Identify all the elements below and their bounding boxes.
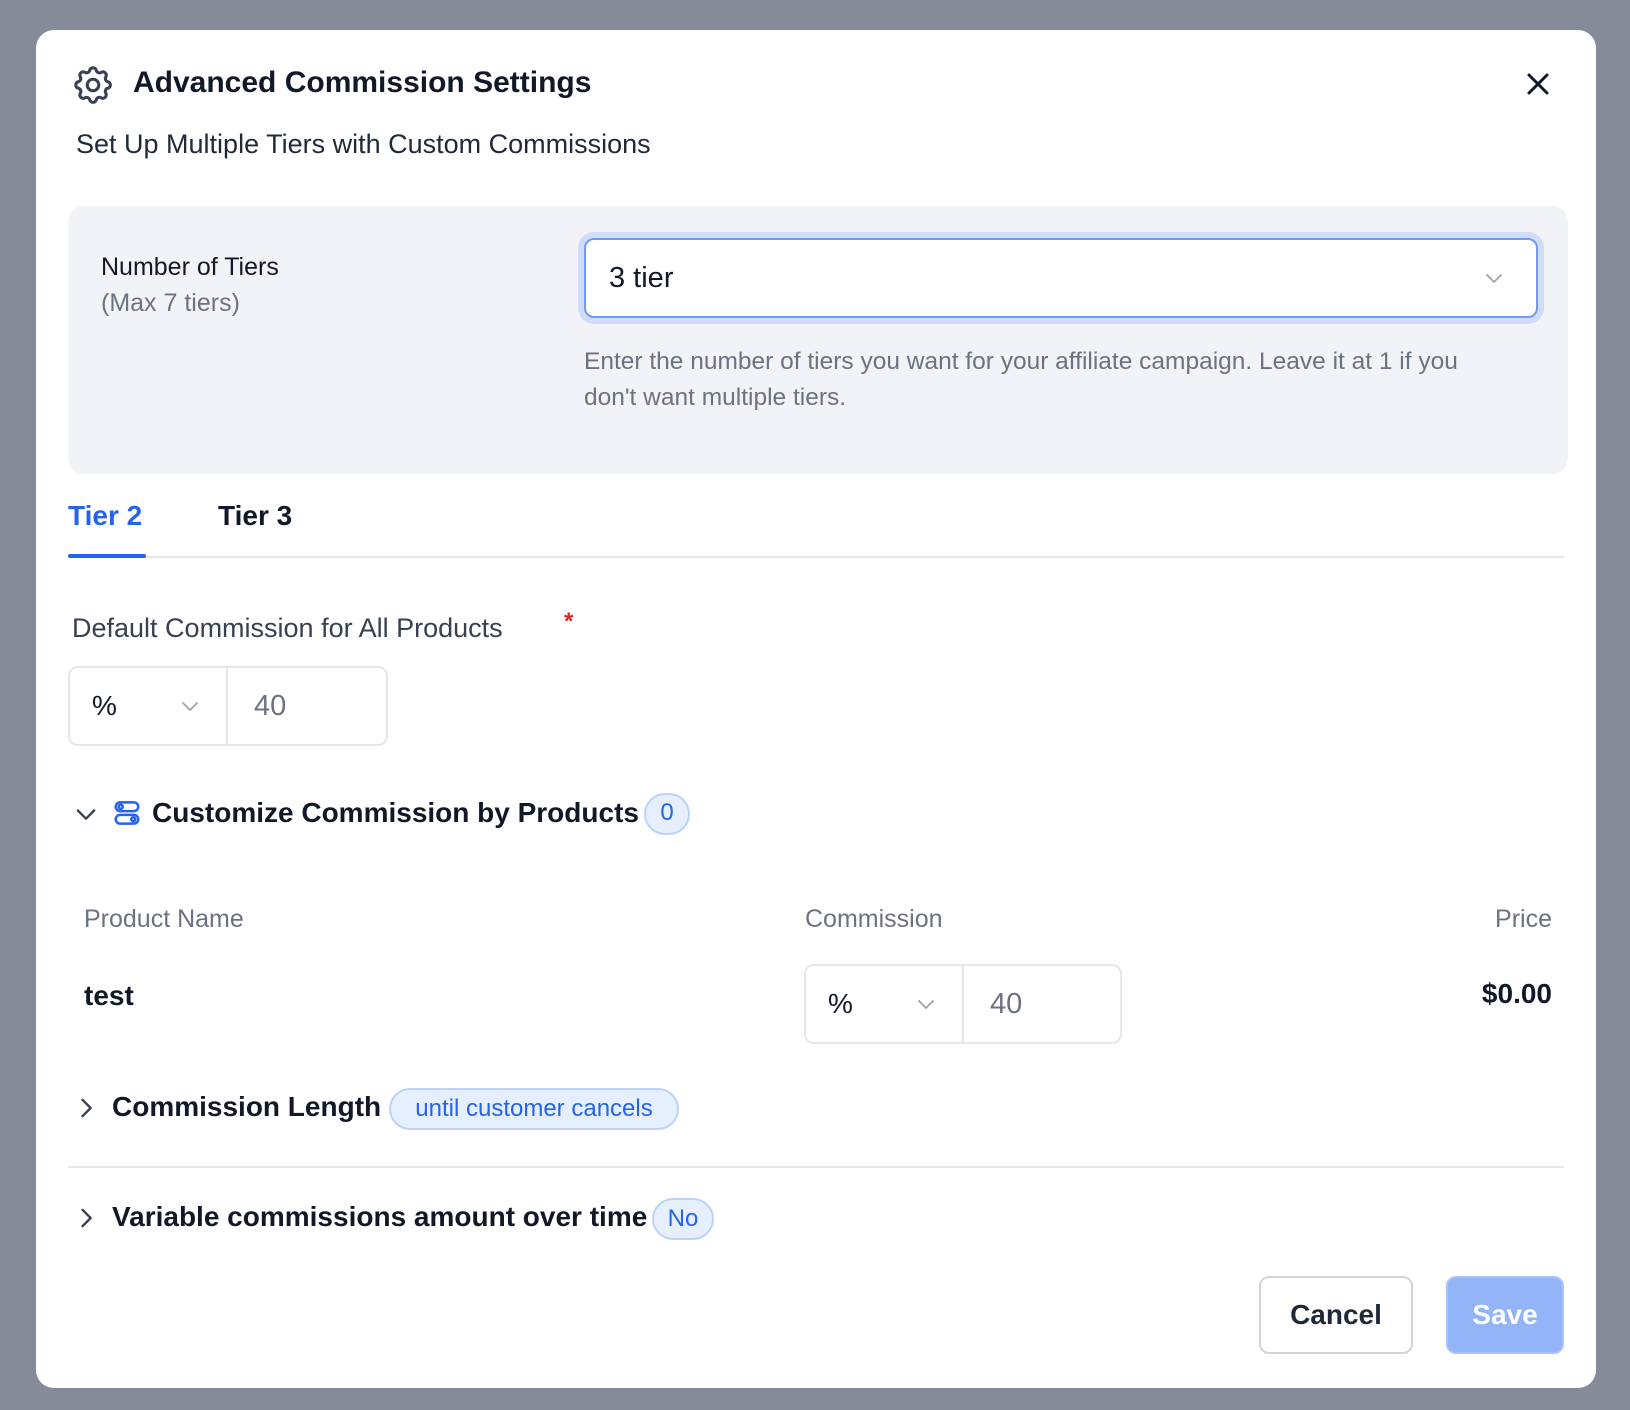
gear-icon (74, 66, 112, 104)
toggles-icon (114, 801, 140, 825)
close-icon[interactable] (1520, 66, 1556, 102)
tiers-max-hint: (Max 7 tiers) (101, 289, 240, 317)
product-name-cell: test (84, 980, 134, 1011)
chevron-down-icon (182, 702, 198, 711)
product-commission-unit-value: % (828, 988, 853, 1019)
tiers-label: Number of Tiers (101, 253, 279, 281)
variable-commissions-toggle[interactable]: Variable commissions amount over time (112, 1198, 647, 1236)
commission-unit-select[interactable]: % (70, 668, 228, 744)
commission-amount-input[interactable]: 40 (228, 668, 386, 744)
product-commission-amount-value: 40 (990, 988, 1023, 1020)
active-tab-indicator (68, 554, 146, 558)
tab-tier-3[interactable]: Tier 3 (218, 498, 292, 534)
dialog-title: Advanced Commission Settings (133, 66, 592, 99)
variable-commissions-badge: No (652, 1198, 714, 1240)
tabs-divider (68, 556, 1564, 558)
tier-count-select[interactable]: 3 tier (584, 238, 1538, 318)
default-commission-label: Default Commission for All Products (72, 613, 503, 643)
chevron-right-icon[interactable] (72, 1094, 100, 1122)
column-header-price: Price (1495, 905, 1552, 933)
column-header-commission: Commission (805, 905, 943, 933)
tiers-help-text: Enter the number of tiers you want for y… (584, 348, 1458, 411)
section-divider (68, 1166, 1564, 1168)
products-count-badge: 0 (644, 793, 690, 835)
save-button[interactable]: Save (1446, 1276, 1564, 1354)
commission-length-badge: until customer cancels (389, 1088, 679, 1130)
commission-length-toggle[interactable]: Commission Length (112, 1088, 381, 1126)
dialog-subtitle: Set Up Multiple Tiers with Custom Commis… (76, 129, 651, 159)
cancel-button[interactable]: Cancel (1259, 1276, 1413, 1354)
product-commission-unit-select[interactable]: % (806, 966, 964, 1042)
chevron-right-icon[interactable] (72, 1204, 100, 1232)
default-commission-field: % 40 (68, 666, 388, 746)
column-header-product-name: Product Name (84, 905, 244, 933)
product-commission-amount-input[interactable]: 40 (964, 966, 1120, 1042)
required-marker: * (564, 608, 574, 635)
customize-by-products-toggle[interactable]: Customize Commission by Products (152, 794, 639, 832)
commission-amount-value: 40 (254, 690, 287, 722)
tier-count-value: 3 tier (609, 262, 674, 294)
chevron-down-icon[interactable] (72, 800, 100, 828)
advanced-commission-dialog: Advanced Commission Settings Set Up Mult… (36, 30, 1596, 1388)
commission-unit-value: % (92, 690, 117, 721)
chevron-down-icon (918, 1000, 934, 1009)
chevron-down-icon (1486, 274, 1502, 283)
product-price-cell: $0.00 (1481, 978, 1552, 1009)
product-commission-field: % 40 (804, 964, 1122, 1044)
tab-tier-2[interactable]: Tier 2 (68, 498, 142, 534)
